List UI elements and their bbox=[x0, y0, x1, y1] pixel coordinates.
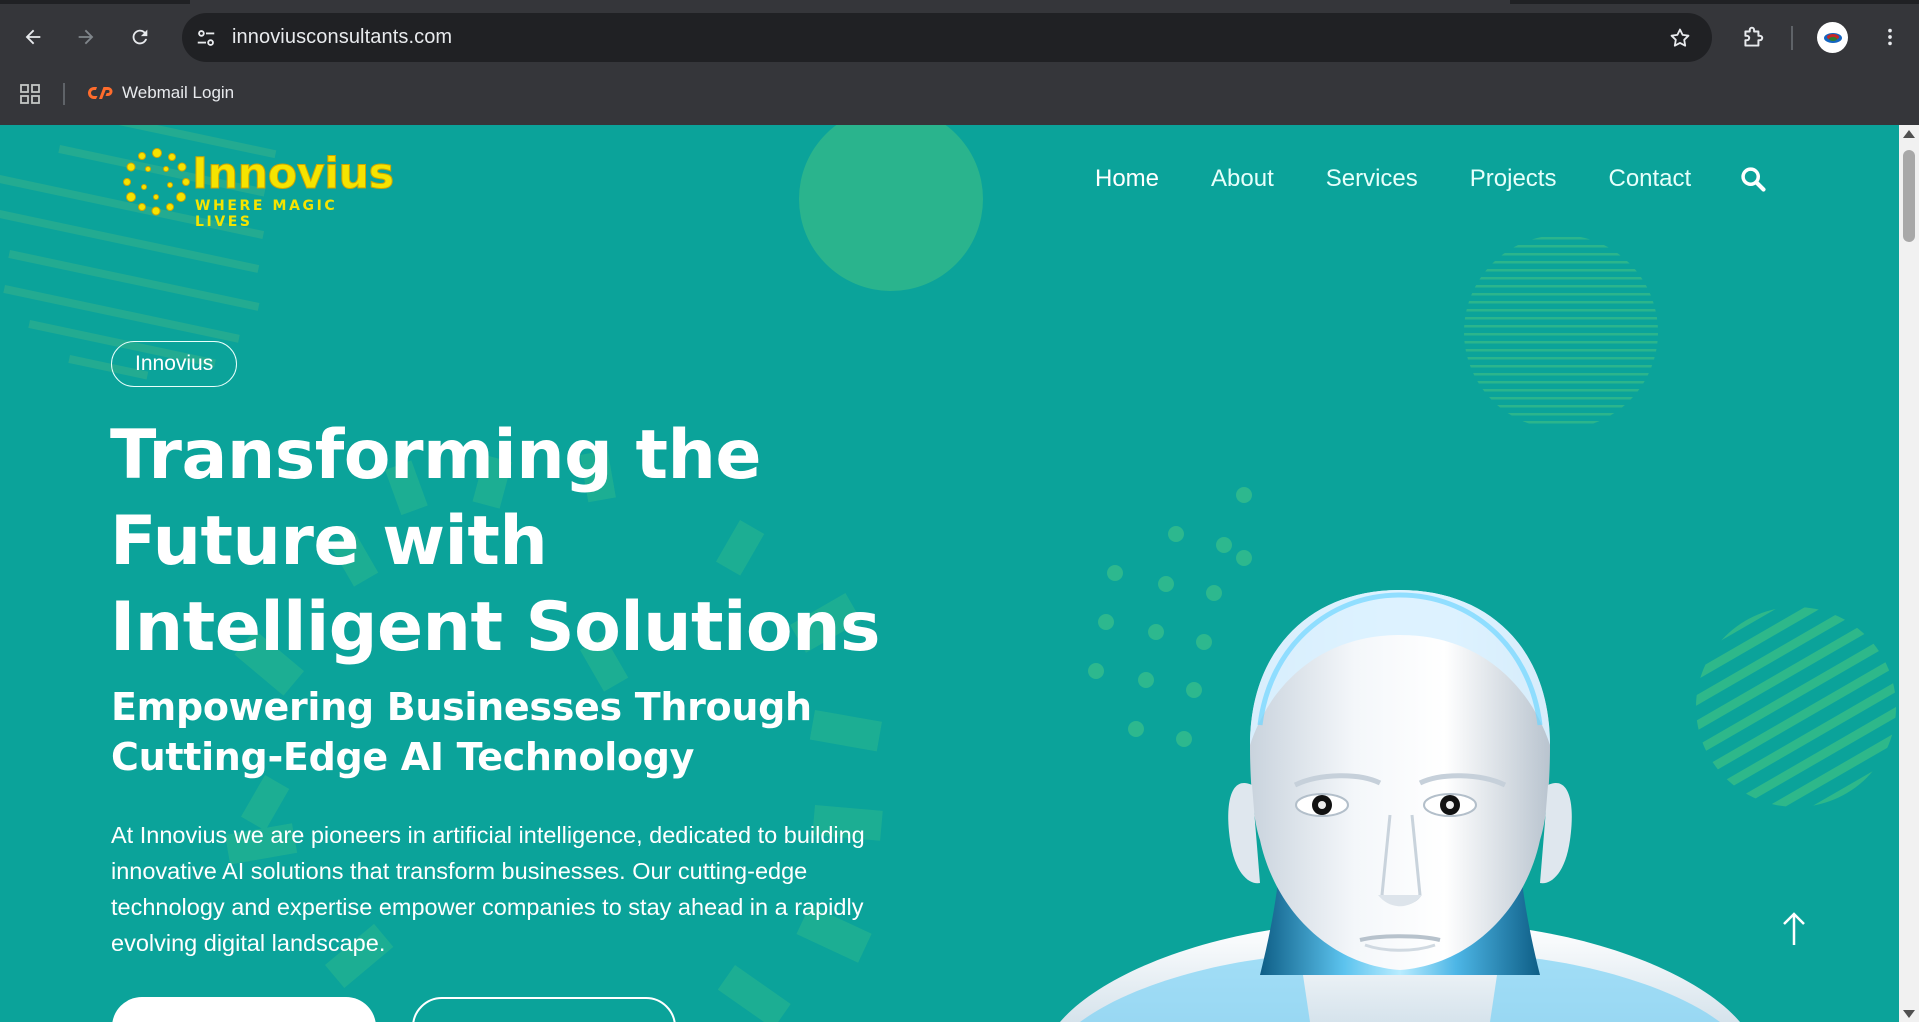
extensions-button[interactable] bbox=[1734, 19, 1772, 57]
profile-avatar[interactable] bbox=[1817, 22, 1848, 53]
web-page: Innovius WHERE MAGIC LIVES Home About Se… bbox=[0, 125, 1899, 1022]
main-nav: Home About Services Projects Contact bbox=[1095, 165, 1767, 193]
nav-contact[interactable]: Contact bbox=[1608, 165, 1691, 193]
scrollbar-thumb[interactable] bbox=[1903, 150, 1915, 242]
nav-home[interactable]: Home bbox=[1095, 165, 1159, 193]
tab-strip bbox=[0, 0, 1919, 4]
hero-description: At Innovius we are pioneers in artificia… bbox=[111, 822, 865, 956]
address-bar[interactable]: innoviusconsultants.com bbox=[182, 13, 1712, 62]
back-to-top-button[interactable] bbox=[1778, 909, 1810, 949]
hero-badge: Innovius bbox=[111, 341, 238, 387]
bookmark-webmail-login[interactable]: Webmail Login bbox=[84, 78, 238, 108]
browser-chrome: innoviusconsultants.com Webmail Login bbox=[0, 0, 1919, 125]
star-icon bbox=[1670, 28, 1690, 47]
bookmarks-divider bbox=[63, 83, 65, 105]
scroll-down-arrow[interactable] bbox=[1903, 1010, 1915, 1018]
cpanel-icon bbox=[88, 87, 113, 99]
hero-secondary-button[interactable] bbox=[412, 997, 676, 1022]
scroll-up-arrow[interactable] bbox=[1903, 130, 1915, 138]
sparkle-ring-icon bbox=[123, 148, 190, 216]
ai-robot-head-image bbox=[1060, 590, 1740, 1022]
site-info-button[interactable] bbox=[188, 20, 224, 56]
more-vert-icon bbox=[1888, 28, 1892, 46]
reload-button[interactable] bbox=[122, 19, 158, 55]
tune-icon bbox=[197, 29, 215, 46]
arrow-left-icon bbox=[25, 29, 41, 45]
hero-subtitle: Empowering Businesses Through Cutting-Ed… bbox=[111, 685, 812, 779]
nav-about[interactable]: About bbox=[1211, 165, 1274, 193]
puzzle-icon bbox=[1744, 26, 1764, 47]
back-button[interactable] bbox=[15, 19, 51, 55]
toolbar-divider bbox=[1791, 26, 1793, 50]
apps-grid-icon[interactable] bbox=[18, 82, 42, 106]
arrow-right-icon bbox=[78, 29, 94, 45]
nav-projects[interactable]: Projects bbox=[1470, 165, 1557, 193]
hero-title: Transforming the Future with Intelligent… bbox=[110, 416, 880, 667]
profile-logo-icon bbox=[1823, 32, 1842, 43]
active-tab-edge bbox=[190, 0, 1510, 4]
nav-services[interactable]: Services bbox=[1326, 165, 1418, 193]
bookmark-label: Webmail Login bbox=[122, 83, 235, 102]
hero-primary-button[interactable] bbox=[112, 997, 376, 1022]
bookmarks-bar: Webmail Login bbox=[0, 74, 1919, 114]
bookmark-star-button[interactable] bbox=[1662, 20, 1698, 56]
browser-menu-button[interactable] bbox=[1872, 19, 1908, 55]
site-logo[interactable]: Innovius WHERE MAGIC LIVES bbox=[122, 147, 402, 230]
url-text[interactable]: innoviusconsultants.com bbox=[232, 26, 452, 49]
search-icon[interactable] bbox=[1739, 165, 1767, 193]
forward-button[interactable] bbox=[68, 19, 104, 55]
reload-icon bbox=[132, 29, 148, 45]
logo-wordmark: Innovius bbox=[192, 149, 395, 200]
page-scrollbar[interactable] bbox=[1899, 125, 1919, 1022]
logo-tagline: WHERE MAGIC LIVES bbox=[195, 198, 338, 230]
